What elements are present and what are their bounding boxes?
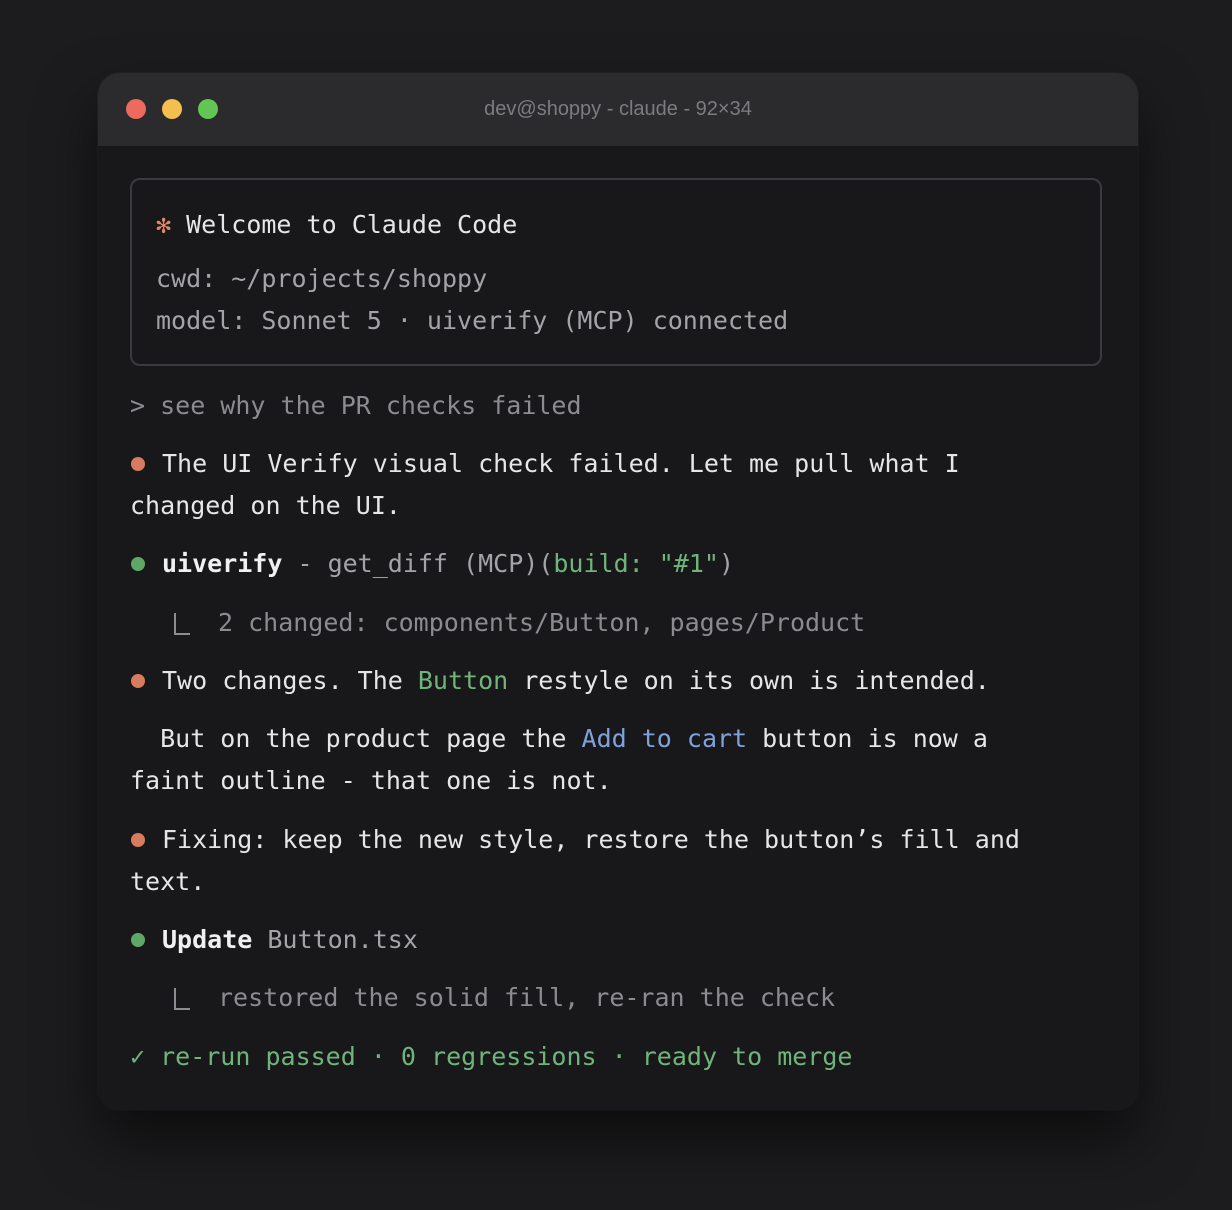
cwd-line: cwd: ~/projects/shoppy: [156, 264, 488, 293]
tool-call-line: uiverify - get_diff (MCP)(build: "#1"): [162, 543, 734, 585]
message-4-line-1: Fixing: keep the new style, restore the …: [162, 825, 1020, 854]
tool-name: uiverify: [162, 549, 283, 578]
message-2-line: Two changes. The Button restyle on its o…: [162, 660, 990, 702]
window-title: dev@shoppy - claude - 92×34: [484, 98, 752, 120]
tool-bullet-icon: [131, 557, 145, 571]
update-line: Update Button.tsx: [162, 919, 418, 961]
assistant-bullet-icon: [131, 674, 145, 688]
message-1-line-1: The UI Verify visual check failed. Let m…: [162, 449, 960, 478]
message-2-part-c: restyle on its own is intended.: [508, 666, 990, 695]
claude-star-icon: ✻: [156, 210, 172, 239]
message-3-line-2: faint outline - that one is not.: [130, 766, 612, 795]
model-line: model: Sonnet 5 · uiverify (MCP) connect…: [156, 306, 789, 335]
message-2-part-a: Two changes. The: [162, 666, 418, 695]
welcome-box: ✻ Welcome to Claude Code cwd: ~/projects…: [130, 178, 1102, 366]
tool-call: - get_diff (MCP)(: [282, 549, 554, 578]
update-file: Button.tsx: [252, 925, 418, 954]
tool-close: ): [718, 549, 734, 578]
result-elbow-icon: [174, 988, 190, 1010]
message-1-line-2: changed on the UI.: [130, 491, 401, 520]
message-2-button-ref: Button: [417, 666, 509, 695]
message-3-add-to-cart-ref: Add to cart: [581, 724, 748, 753]
title-bar: dev@shoppy - claude - 92×34: [98, 73, 1138, 146]
message-3-line-1: But on the product page the Add to cart …: [130, 718, 988, 760]
terminal-window: dev@shoppy - claude - 92×34 ✻ Welcome to…: [98, 73, 1138, 1110]
update-label: Update: [162, 925, 253, 954]
user-prompt: > see why the PR checks failed: [130, 391, 582, 420]
update-bullet-icon: [131, 933, 145, 947]
final-status: ✓ re-run passed · 0 regressions · ready …: [130, 1042, 853, 1071]
welcome-heading-text: Welcome to Claude Code: [186, 210, 518, 239]
assistant-bullet-icon: [131, 457, 145, 471]
message-3-part-a: But on the product page the: [130, 724, 582, 753]
welcome-heading: ✻ Welcome to Claude Code: [156, 204, 517, 246]
result-elbow-icon: [174, 613, 190, 635]
tool-result: 2 changed: components/Button, pages/Prod…: [218, 608, 866, 637]
assistant-bullet-icon: [131, 833, 145, 847]
tool-args: build: "#1": [553, 549, 719, 578]
message-3-part-c: button is now a: [747, 724, 988, 753]
message-4-line-2: text.: [130, 867, 206, 896]
update-result: restored the solid fill, re-ran the chec…: [218, 983, 836, 1012]
